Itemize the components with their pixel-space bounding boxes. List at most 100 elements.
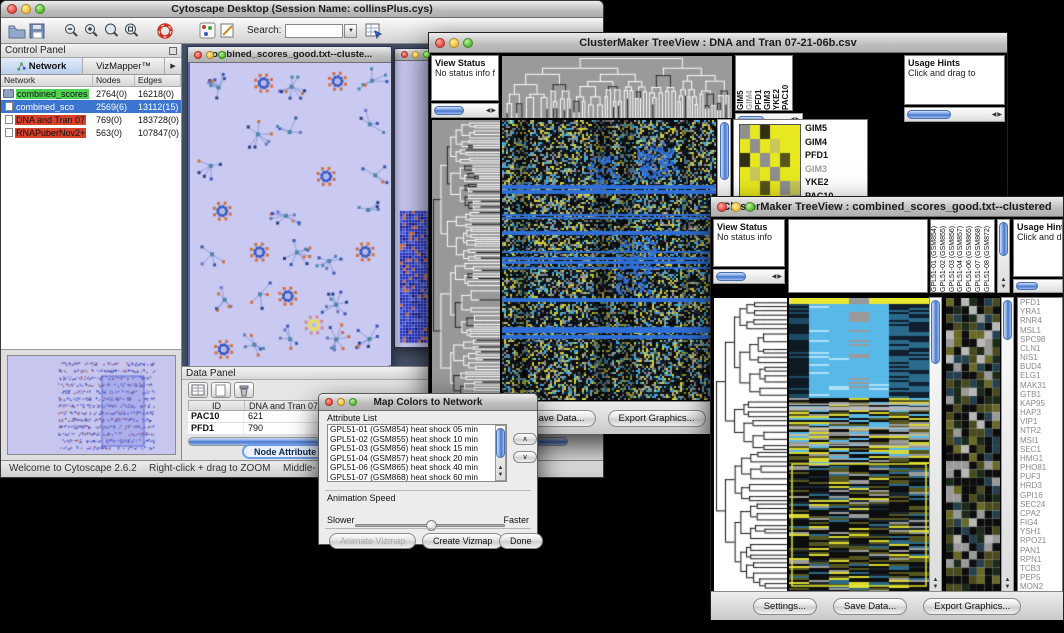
scroll-down-icon[interactable]: ▼	[1001, 284, 1007, 291]
gene-label[interactable]: RPO21	[1018, 536, 1062, 545]
zoom-window-icon[interactable]	[423, 51, 430, 58]
scrollbar-thumb[interactable]	[434, 106, 464, 115]
gene-label[interactable]: SEC24	[1018, 500, 1062, 509]
gene-label[interactable]: SPC98	[1018, 335, 1062, 344]
scrollbar-thumb[interactable]	[931, 300, 940, 364]
scrollbar-thumb[interactable]	[907, 110, 951, 119]
scroll-up-icon[interactable]: ▲	[933, 577, 939, 584]
usage-hints-scrollbar[interactable]: ◀▶	[904, 107, 1005, 122]
gene-label[interactable]: GTB1	[1018, 390, 1062, 399]
close-icon[interactable]	[401, 51, 408, 58]
close-icon[interactable]	[7, 4, 17, 14]
scroll-down-icon[interactable]: ▼	[1005, 584, 1011, 591]
close-icon[interactable]	[325, 398, 333, 406]
gene-label[interactable]: KAP95	[1018, 399, 1062, 408]
gene-label[interactable]: MAK31	[1018, 381, 1062, 390]
gene-label[interactable]: YSH1	[1018, 527, 1062, 536]
column-label[interactable]: PFD1	[754, 56, 763, 110]
column-label[interactable]: YKE2	[772, 56, 781, 110]
gene-label[interactable]: ELG1	[1018, 371, 1062, 380]
gene-dendrogram[interactable]	[432, 120, 500, 400]
gene-label[interactable]: PFD1	[1018, 298, 1062, 307]
column-label[interactable]: GPL51-06 (GSM865)	[966, 220, 975, 292]
export-graphics-button[interactable]: Export Graphics...	[608, 410, 706, 427]
gene-label[interactable]: PAN1	[1018, 546, 1062, 555]
network-window-titlebar[interactable]: combined_scores_good.txt--cluste...	[188, 47, 391, 63]
scrollbar-thumb[interactable]	[720, 122, 729, 180]
main-titlebar[interactable]: Cytoscape Desktop (Session Name: collins…	[1, 1, 603, 18]
view-status-scrollbar[interactable]: ◀▶	[431, 103, 499, 118]
gene-label[interactable]: NIS1	[1018, 353, 1062, 362]
column-id[interactable]: ID	[189, 401, 245, 410]
animation-speed-slider[interactable]	[355, 524, 505, 527]
column-edges[interactable]: Edges	[135, 75, 181, 86]
vizmap-icon[interactable]	[197, 22, 217, 40]
tab-overflow-icon[interactable]: ▶	[165, 58, 181, 74]
scroll-up-icon[interactable]: ▲	[1001, 277, 1007, 284]
gene-label[interactable]: GPI16	[1018, 491, 1062, 500]
scroll-left-icon[interactable]: ◀	[992, 111, 997, 118]
tab-vizmapper[interactable]: VizMapper™	[83, 58, 165, 74]
gene-label[interactable]: CLN1	[1018, 344, 1062, 353]
column-label[interactable]: GIM5	[736, 56, 745, 110]
array-dendrogram-panel[interactable]	[788, 219, 928, 293]
gene-label[interactable]: RPN1	[1018, 555, 1062, 564]
scroll-up-icon[interactable]: ▲	[1005, 577, 1011, 584]
open-file-icon[interactable]	[7, 22, 27, 40]
expression-heatmap[interactable]	[789, 298, 929, 592]
animate-vizmap-button[interactable]: Animate Vizmap	[329, 533, 416, 549]
zoom-window-icon[interactable]	[35, 4, 45, 14]
gene-label[interactable]: FIG4	[1018, 518, 1062, 527]
column-label[interactable]: GPL51-08 (GSM872)	[984, 220, 993, 292]
scroll-down-icon[interactable]: ▼	[498, 472, 504, 479]
network-row[interactable]: combined_scores 2764(0) 16218(0)	[1, 87, 181, 100]
column-label[interactable]: PAC10	[781, 56, 790, 110]
heatmap-vscrollbar[interactable]: ▲▼	[929, 297, 942, 593]
scroll-right-icon[interactable]: ▶	[491, 107, 496, 114]
search-input[interactable]	[285, 24, 343, 38]
gene-label[interactable]: YRA1	[1018, 307, 1062, 316]
gene-label[interactable]: CPA2	[1018, 509, 1062, 518]
attribute-list-scrollbar[interactable]: ▲▼	[495, 425, 506, 481]
column-labels-scrollbar[interactable]: ▲▼	[997, 219, 1010, 293]
scrollbar-thumb[interactable]	[1016, 282, 1038, 290]
treeview1-titlebar[interactable]: ClusterMaker TreeView : DNA and Tran 07-…	[429, 33, 1007, 53]
minimize-icon[interactable]	[412, 51, 419, 58]
gene-label[interactable]: BUD4	[1018, 362, 1062, 371]
scrollbar-thumb[interactable]	[1003, 300, 1012, 340]
view-status-scrollbar[interactable]: ◀▶	[713, 269, 785, 284]
minimize-icon[interactable]	[206, 51, 214, 59]
scroll-down-icon[interactable]: ▼	[933, 584, 939, 591]
gene-dendrogram[interactable]	[714, 298, 787, 592]
column-label[interactable]: GPL51-01 (GSM854)	[931, 220, 940, 292]
minimize-icon[interactable]	[21, 4, 31, 14]
zoom-window-icon[interactable]	[463, 38, 473, 48]
move-up-button[interactable]: ∧	[513, 433, 537, 445]
zoom-window-icon[interactable]	[349, 398, 357, 406]
zoom-window-icon[interactable]	[745, 202, 755, 212]
scroll-left-icon[interactable]: ◀	[772, 273, 777, 280]
zoom-window-icon[interactable]	[218, 51, 226, 59]
dialog-titlebar[interactable]: Map Colors to Network	[319, 394, 537, 411]
zoom-heatmap[interactable]	[946, 298, 1000, 592]
search-table-icon[interactable]	[363, 22, 383, 40]
zoom-out-icon[interactable]	[61, 22, 81, 40]
network-view-canvas[interactable]	[190, 63, 391, 365]
gene-label[interactable]: HRD3	[1018, 481, 1062, 490]
gene-label[interactable]: RNR4	[1018, 316, 1062, 325]
usage-hints-scrollbar[interactable]	[1013, 279, 1063, 293]
scrollbar-thumb[interactable]	[496, 428, 505, 458]
float-panel-icon[interactable]	[169, 47, 177, 55]
gene-label[interactable]: GIM5	[805, 123, 833, 137]
gene-label[interactable]: SEC1	[1018, 445, 1062, 454]
save-data-button[interactable]: Save Data...	[833, 598, 907, 615]
save-icon[interactable]	[27, 22, 47, 40]
network-row[interactable]: RNAPuberNov2+ 563(0) 107847(0)	[1, 126, 181, 139]
column-label[interactable]: GIM3	[763, 56, 772, 110]
help-ring-icon[interactable]	[155, 22, 175, 40]
column-label[interactable]: GPL51-02 (GSM855)	[940, 220, 949, 292]
settings-button[interactable]: Settings...	[753, 598, 817, 615]
gene-label[interactable]: GIM3	[805, 164, 833, 178]
gene-label[interactable]: NTR2	[1018, 426, 1062, 435]
minimize-icon[interactable]	[449, 38, 459, 48]
